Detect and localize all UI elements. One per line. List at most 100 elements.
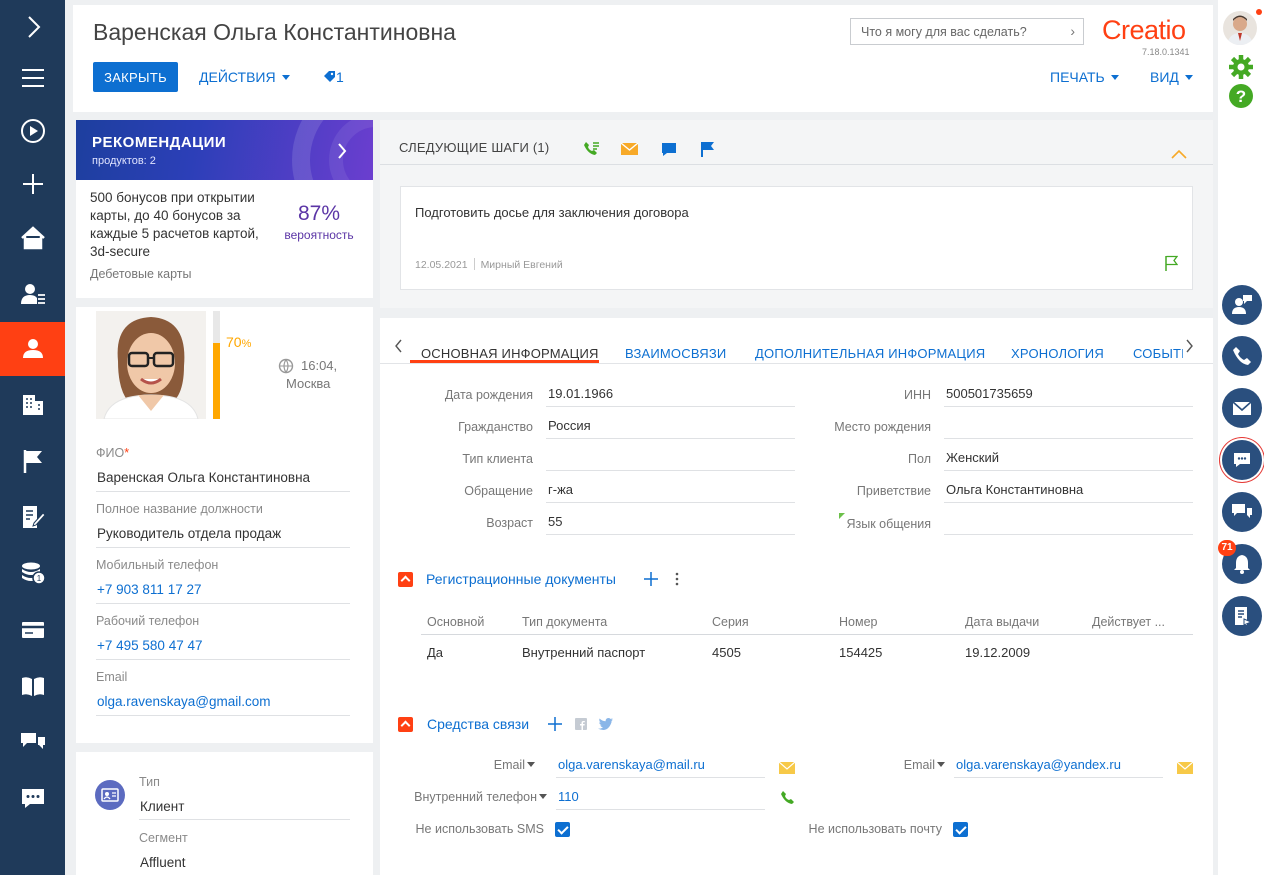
language-label: Язык общения: [846, 517, 931, 531]
hamburger-menu-icon[interactable]: [0, 51, 65, 105]
settings-gear-icon[interactable]: [1229, 55, 1253, 82]
divider: [546, 406, 795, 407]
tab-main-info[interactable]: ОСНОВНАЯ ИНФОРМАЦИЯ: [421, 346, 599, 361]
email2-type-label[interactable]: Email: [790, 758, 945, 772]
feed-button[interactable]: [1222, 492, 1262, 532]
more-vertical-icon[interactable]: [674, 572, 680, 586]
no-sms-checkbox[interactable]: [555, 822, 570, 837]
home-icon[interactable]: [0, 211, 65, 265]
twitter-icon[interactable]: [598, 718, 613, 730]
add-document-icon[interactable]: [644, 572, 658, 586]
position-field[interactable]: Руководитель отдела продаж: [97, 526, 281, 541]
print-menu-button[interactable]: ПЕЧАТЬ: [1050, 69, 1119, 85]
knowledge-book-icon[interactable]: [0, 659, 65, 713]
task-title[interactable]: Подготовить досье для заключения договор…: [415, 205, 689, 220]
greeting-label: Приветствие: [856, 484, 931, 498]
position-label: Полное название должности: [96, 502, 263, 516]
svg-text:1: 1: [36, 574, 41, 583]
email1-type-label[interactable]: Email: [390, 758, 535, 772]
tab-additional-info[interactable]: ДОПОЛНИТЕЛЬНАЯ ИНФОРМАЦИЯ: [755, 346, 985, 361]
call-icon[interactable]: [583, 141, 600, 157]
view-label: ВИД: [1150, 69, 1179, 85]
greeting-field[interactable]: Ольга Константиновна: [946, 482, 1083, 497]
add-communication-icon[interactable]: [548, 717, 562, 731]
task-flag-icon[interactable]: [700, 141, 715, 157]
client-type-card: Тип Клиент Сегмент Affluent: [76, 752, 373, 875]
actions-menu-button[interactable]: ДЕЙСТВИЯ: [199, 69, 290, 85]
command-search-input[interactable]: Что я могу для вас сделать? ›: [850, 18, 1084, 45]
send-email-icon[interactable]: [1177, 762, 1193, 774]
collapse-chevron-icon[interactable]: [1171, 149, 1187, 159]
email-icon[interactable]: [621, 143, 638, 155]
age-field[interactable]: 55: [548, 514, 562, 529]
phone-button[interactable]: [1222, 336, 1262, 376]
offer-text[interactable]: 500 бонусов при открытии карты, до 40 бо…: [90, 189, 270, 261]
tasks-button[interactable]: [1222, 596, 1262, 636]
divider: [944, 438, 1193, 439]
task-complete-flag-icon[interactable]: [1164, 255, 1178, 271]
expand-menu-icon[interactable]: [0, 0, 65, 54]
process-play-icon[interactable]: [0, 104, 65, 158]
cards-icon[interactable]: [0, 603, 65, 657]
tabs-scroll-left-icon[interactable]: [394, 339, 403, 353]
contact-chat-button[interactable]: [1222, 285, 1262, 325]
inn-field[interactable]: 500501735659: [946, 386, 1033, 401]
documents-collapse-icon[interactable]: [398, 572, 413, 587]
email-button[interactable]: [1222, 388, 1262, 428]
tab-relationships[interactable]: ВЗАИМОСВЯЗИ: [625, 346, 726, 361]
internal-phone-field[interactable]: 110: [558, 789, 579, 804]
documents-edit-icon[interactable]: [0, 490, 65, 544]
user-avatar[interactable]: [1223, 11, 1257, 45]
call-phone-icon[interactable]: [780, 790, 795, 805]
facebook-icon[interactable]: [575, 718, 587, 730]
work-phone-link[interactable]: +7 495 580 47 47: [97, 638, 202, 653]
email2-field[interactable]: olga.varenskaya@yandex.ru: [956, 757, 1121, 772]
envelope-icon: [1232, 401, 1252, 415]
internal-phone-type-label[interactable]: Внутренний телефон: [390, 790, 547, 804]
column-header-issue-date[interactable]: Дата выдачи: [965, 615, 1039, 629]
documents-section-title[interactable]: Регистрационные документы: [426, 571, 616, 587]
column-header-primary[interactable]: Основной: [427, 615, 484, 629]
view-menu-button[interactable]: ВИД: [1150, 69, 1193, 85]
column-header-doc-type[interactable]: Тип документа: [522, 615, 607, 629]
tab-history[interactable]: ХРОНОЛОГИЯ: [1011, 346, 1104, 361]
bell-icon: [1234, 555, 1250, 574]
activities-flag-icon[interactable]: [0, 434, 65, 488]
citizenship-field[interactable]: Россия: [548, 418, 591, 433]
chats-icon[interactable]: [0, 715, 65, 769]
fio-field[interactable]: Варенская Ольга Константиновна: [97, 470, 310, 485]
messages-icon[interactable]: [0, 771, 65, 825]
email-link[interactable]: olga.ravenskaya@gmail.com: [97, 694, 271, 709]
birth-date-field[interactable]: 19.01.1966: [548, 386, 613, 401]
segment-field[interactable]: Affluent: [140, 855, 186, 870]
type-field[interactable]: Клиент: [140, 799, 184, 814]
tags-button[interactable]: 1: [323, 69, 344, 85]
recommendations-banner[interactable]: РЕКОМЕНДАЦИИ продуктов: 2: [76, 120, 373, 180]
column-header-number[interactable]: Номер: [839, 615, 877, 629]
gender-field[interactable]: Женский: [946, 450, 999, 465]
tags-count: 1: [336, 69, 344, 85]
tabs-scroll-right-icon[interactable]: [1185, 339, 1194, 353]
contact-photo[interactable]: [96, 311, 206, 419]
next-step-item[interactable]: Подготовить досье для заключения договор…: [400, 186, 1193, 290]
chat-button[interactable]: [1222, 440, 1262, 480]
finance-coins-icon[interactable]: 1: [0, 546, 65, 600]
help-icon[interactable]: ?: [1229, 84, 1253, 111]
tab-events[interactable]: СОБЫТИ: [1133, 346, 1183, 361]
comment-icon[interactable]: [661, 142, 677, 157]
mobile-phone-link[interactable]: +7 903 811 17 27: [97, 582, 201, 597]
accounts-icon[interactable]: [0, 378, 65, 432]
column-header-valid[interactable]: Действует ...: [1092, 615, 1165, 629]
contacts-icon[interactable]: [0, 322, 65, 376]
salutation-field[interactable]: г-жа: [548, 482, 573, 497]
close-button[interactable]: ЗАКРЫТЬ: [93, 62, 178, 92]
divider: [96, 491, 350, 492]
timezone-globe-icon: [278, 358, 294, 374]
column-header-series[interactable]: Серия: [712, 615, 749, 629]
communications-section-title[interactable]: Средства связи: [427, 716, 529, 732]
email1-field[interactable]: olga.varenskaya@mail.ru: [558, 757, 705, 772]
leads-icon[interactable]: [0, 267, 65, 321]
communications-collapse-icon[interactable]: [398, 717, 413, 732]
no-mail-checkbox[interactable]: [953, 822, 968, 837]
add-icon[interactable]: [0, 157, 65, 211]
